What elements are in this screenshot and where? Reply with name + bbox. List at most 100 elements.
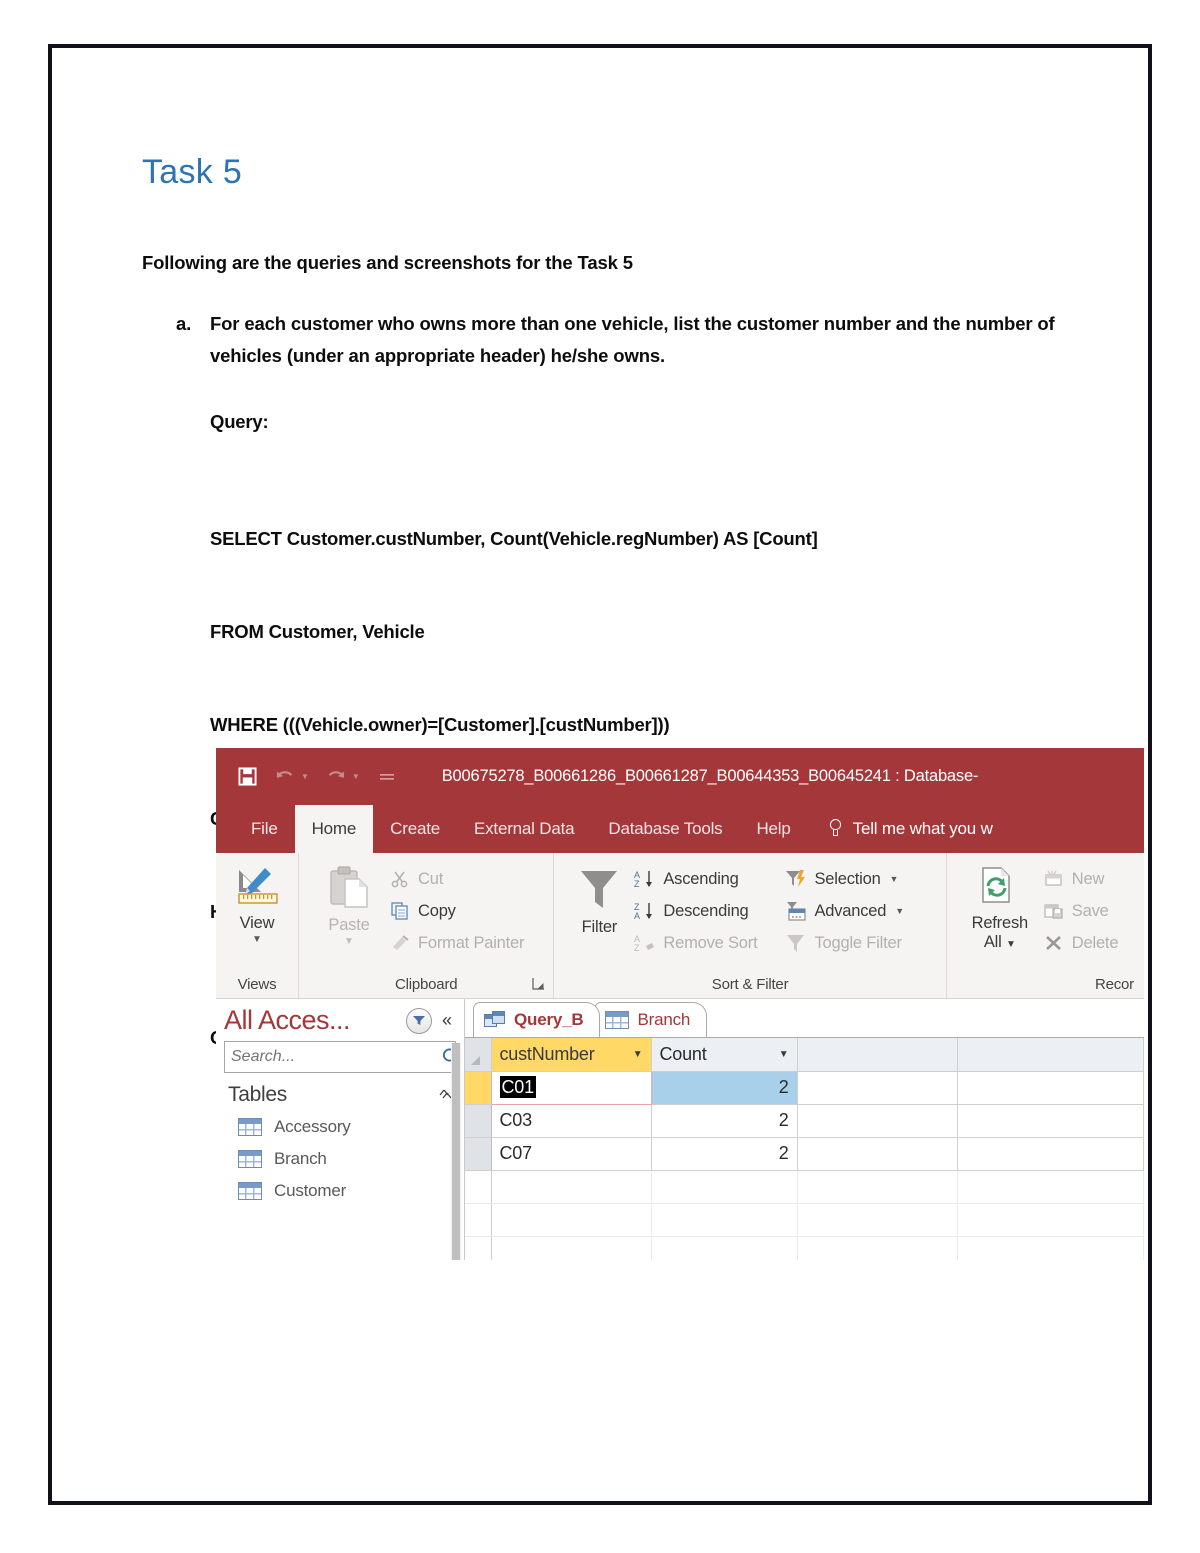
view-button[interactable]: View ▼	[226, 860, 288, 945]
format-painter-button[interactable]: Format Painter	[389, 928, 530, 958]
tab-external-data[interactable]: External Data	[457, 805, 591, 853]
ribbon-tab-strip: File Home Create External Data Database …	[216, 805, 1144, 853]
sql-line: WHERE (((Vehicle.owner)=[Customer].[cust…	[210, 714, 670, 736]
format-painter-label: Format Painter	[418, 933, 525, 952]
tab-home[interactable]: Home	[294, 805, 374, 853]
format-painter-icon	[389, 933, 411, 953]
cell-count[interactable]: 2	[651, 1137, 798, 1171]
cell-blank	[491, 1203, 652, 1237]
sidebar-item-accessory[interactable]: Accessory	[216, 1111, 464, 1143]
record-selector[interactable]	[465, 1104, 492, 1138]
funnel-icon[interactable]	[405, 1007, 432, 1034]
document-tab-query-b[interactable]: Query_B	[473, 1002, 601, 1037]
list-item-text: For each customer who owns more than one…	[210, 313, 1055, 367]
navigation-group-tables[interactable]: Tables	[216, 1073, 464, 1111]
table-row[interactable]: C07 2	[465, 1137, 1144, 1171]
paste-dropdown-icon[interactable]: ▼	[344, 937, 354, 947]
save-record-button[interactable]: Save	[1043, 896, 1125, 926]
table-row-empty	[465, 1170, 1144, 1204]
cell-count[interactable]: 2	[651, 1071, 798, 1105]
sort-za-icon: ZA	[634, 901, 656, 921]
selection-filter-icon	[785, 869, 807, 889]
table-row[interactable]: C03 2	[465, 1104, 1144, 1138]
cell-count[interactable]: 2	[651, 1104, 798, 1138]
advanced-filter-button[interactable]: Advanced ▼	[785, 896, 910, 926]
copy-label: Copy	[418, 901, 456, 920]
refresh-all-dropdown-icon[interactable]: ▼	[1006, 939, 1016, 950]
sidebar-item-branch[interactable]: Branch	[216, 1143, 464, 1175]
ms-access-screenshot: ▼ ▼ B00675278_B00661286_B00661287_B00644…	[216, 748, 1144, 1260]
cell-custnumber[interactable]: C03	[491, 1104, 652, 1138]
svg-text:A: A	[634, 911, 640, 921]
navigation-group-label: Tables	[228, 1083, 287, 1106]
document-tab-label: Query_B	[514, 1010, 584, 1029]
advanced-filter-label: Advanced	[814, 901, 887, 920]
datasheet-grid[interactable]: custNumber ▼ Count ▼ C01 2 C03 2 C07 2	[465, 1038, 1144, 1260]
group-label-sort-filter: Sort & Filter	[711, 976, 789, 993]
datasheet-area: Query_B Branch custNumber ▼ Count ▼ C01 …	[465, 999, 1144, 1260]
table-icon	[238, 1182, 262, 1200]
tab-file[interactable]: File	[234, 805, 295, 853]
advanced-dropdown-icon[interactable]: ▼	[895, 906, 904, 916]
tab-help[interactable]: Help	[739, 805, 807, 853]
column-header-count[interactable]: Count ▼	[651, 1038, 798, 1072]
navigation-pane-scrollbar[interactable]	[451, 1043, 461, 1260]
clipboard-dialog-launcher-icon[interactable]	[532, 977, 545, 993]
navigation-pane-header: All Acces... «	[216, 999, 464, 1038]
refresh-all-button[interactable]: Refresh All ▼	[957, 860, 1043, 952]
column-header-custnumber[interactable]: custNumber ▼	[491, 1038, 652, 1072]
search-input[interactable]	[225, 1047, 441, 1067]
sort-descending-button[interactable]: ZA Descending	[634, 896, 763, 926]
selection-filter-button[interactable]: Selection ▼	[785, 864, 910, 894]
refresh-icon	[982, 867, 1010, 903]
toggle-filter-button[interactable]: Toggle Filter	[785, 928, 910, 958]
table-row-empty	[465, 1236, 1144, 1260]
paste-button[interactable]: Paste ▼	[309, 860, 389, 947]
ribbon-group-records: Refresh All ▼ New Save Delete Recor	[947, 853, 1144, 998]
tell-me-search[interactable]: Tell me what you w	[808, 805, 993, 853]
column-header-blank	[797, 1038, 958, 1072]
filter-button-label: Filter	[581, 918, 618, 936]
new-record-icon	[1043, 869, 1065, 889]
double-chevron-left-icon[interactable]: «	[438, 1010, 456, 1031]
sidebar-item-customer[interactable]: Customer	[216, 1175, 464, 1207]
filter-button[interactable]: Filter	[564, 860, 634, 937]
cell-custnumber[interactable]: C01	[490, 1070, 652, 1105]
access-title-bar: ▼ ▼ B00675278_B00661286_B00661287_B00644…	[216, 748, 1144, 805]
ribbon-group-clipboard: Paste ▼ Cut Copy Format Painter Clipboar…	[299, 853, 555, 998]
sidebar-item-label: Accessory	[274, 1117, 351, 1136]
paste-icon	[330, 866, 368, 908]
scrollbar-thumb[interactable]	[452, 1043, 460, 1260]
table-row[interactable]: C01 2	[465, 1070, 1144, 1105]
tab-database-tools[interactable]: Database Tools	[591, 805, 739, 853]
navigation-search-box[interactable]	[224, 1041, 460, 1073]
cell-custnumber[interactable]: C07	[491, 1137, 652, 1171]
new-record-button[interactable]: New	[1043, 864, 1125, 894]
save-record-label: Save	[1071, 901, 1109, 920]
copy-button[interactable]: Copy	[389, 896, 530, 926]
record-selector[interactable]	[465, 1137, 492, 1171]
chevron-up-icon[interactable]	[438, 1086, 452, 1104]
selection-filter-label: Selection	[814, 869, 881, 888]
tab-create[interactable]: Create	[373, 805, 457, 853]
select-all-corner[interactable]	[465, 1038, 492, 1072]
sort-ascending-button[interactable]: AZ Ascending	[634, 864, 763, 894]
sidebar-item-label: Customer	[274, 1181, 347, 1200]
remove-sort-button[interactable]: AZ Remove Sort	[634, 928, 763, 958]
refresh-all-label-line2: All ▼	[984, 933, 1016, 952]
lightbulb-icon	[828, 819, 844, 839]
delete-record-button[interactable]: Delete	[1043, 928, 1125, 958]
record-selector[interactable]	[465, 1071, 492, 1105]
clipboard-commands: Cut Copy Format Painter	[389, 860, 530, 958]
results-table: custNumber ▼ Count ▼ C01 2 C03 2 C07 2	[465, 1038, 1144, 1260]
selection-dropdown-icon[interactable]: ▼	[890, 874, 899, 884]
view-dropdown-icon[interactable]: ▼	[252, 935, 262, 945]
cell-blank	[957, 1071, 1144, 1105]
sql-line: SELECT Customer.custNumber, Count(Vehicl…	[210, 528, 818, 549]
chevron-down-icon[interactable]: ▼	[779, 1049, 789, 1060]
document-tab-branch[interactable]: Branch	[594, 1002, 708, 1037]
chevron-down-icon[interactable]: ▼	[633, 1049, 643, 1060]
query-icon	[484, 1011, 506, 1029]
cut-button[interactable]: Cut	[389, 864, 530, 894]
sort-descending-label: Descending	[663, 901, 749, 920]
